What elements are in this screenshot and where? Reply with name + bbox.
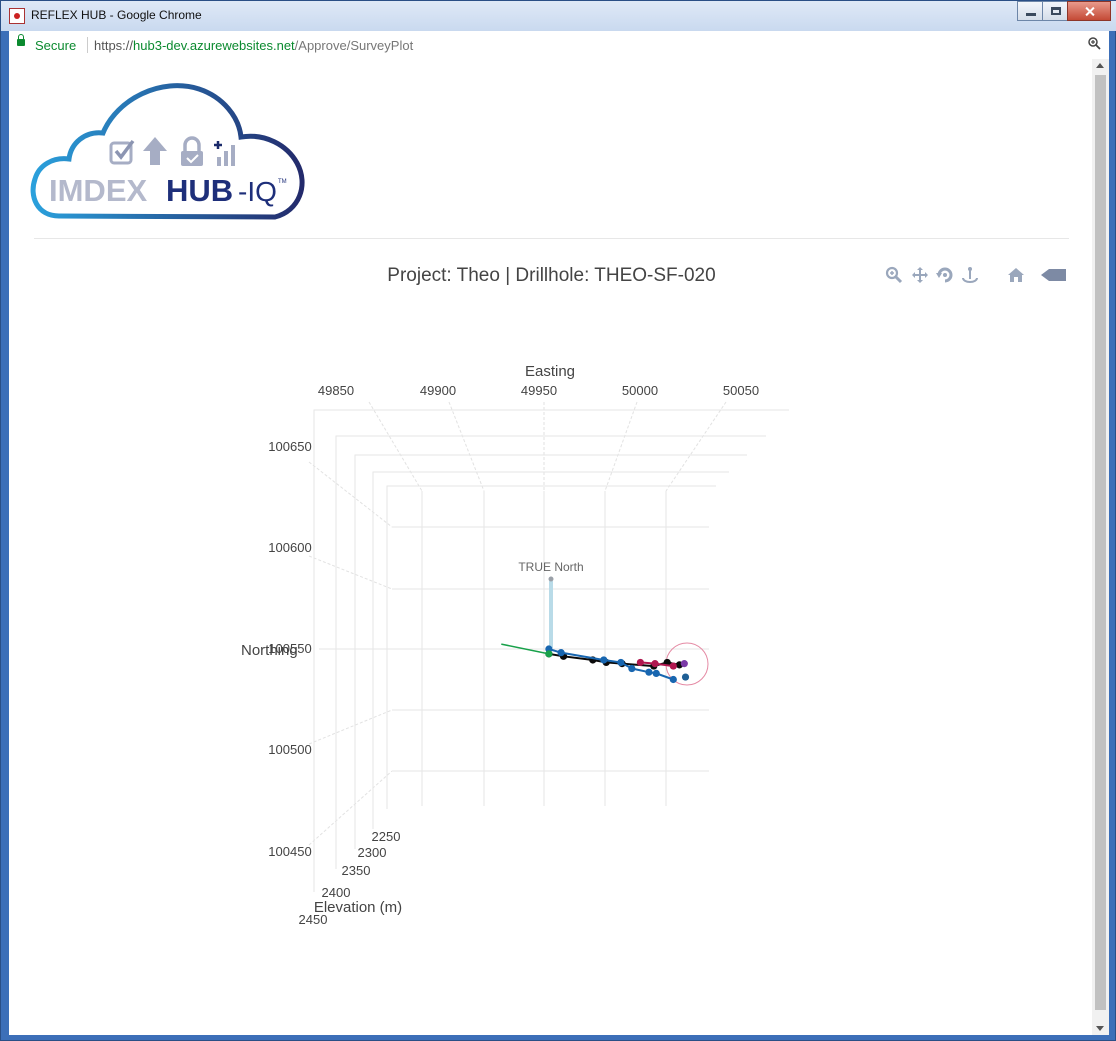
- north-arrow-shaft: [549, 581, 553, 648]
- easting-projection-lines: [368, 401, 727, 492]
- window-controls: [1017, 1, 1111, 21]
- title-bar[interactable]: REFLEX HUB - Google Chrome: [1, 1, 1116, 31]
- survey-point[interactable]: [628, 664, 636, 673]
- true-north-label: TRUE North: [518, 560, 583, 574]
- survey-point[interactable]: [636, 658, 644, 667]
- easting-tick-label: 50050: [723, 383, 759, 398]
- easting-tick-label: 49850: [318, 383, 354, 398]
- survey-series[interactable]: [501, 643, 690, 684]
- axis-ticks: 49850 49900 49950 50000 50050 100650 100…: [268, 383, 759, 927]
- url-path: /Approve/SurveyPlot: [294, 38, 414, 53]
- url-scheme: https://: [94, 38, 134, 53]
- secure-label: Secure: [35, 38, 77, 53]
- elevation-axis-title: Elevation (m): [314, 899, 402, 916]
- elevation-tick-label: 2400: [322, 885, 351, 900]
- survey-point[interactable]: [669, 675, 677, 684]
- northing-tick-label: 100600: [268, 540, 311, 555]
- northing-axis-title: Northing: [241, 642, 298, 659]
- easting-axis-title: Easting: [525, 363, 575, 380]
- minimize-button[interactable]: [1017, 1, 1043, 21]
- elevation-tick-label: 2250: [372, 829, 401, 844]
- survey-point[interactable]: [600, 656, 608, 664]
- northing-projection-lines: [308, 461, 393, 846]
- window-title: REFLEX HUB - Google Chrome: [31, 8, 202, 22]
- true-north-marker: TRUE North: [518, 560, 584, 648]
- northing-tick-label: 100450: [268, 844, 311, 859]
- survey-point[interactable]: [651, 660, 659, 668]
- app-icon: [9, 8, 25, 24]
- scroll-up-arrow[interactable]: [1096, 63, 1104, 68]
- survey-point[interactable]: [652, 669, 660, 678]
- easting-tick-label: 49950: [521, 383, 557, 398]
- url-host: hub3-dev.azurewebsites.net: [133, 38, 295, 53]
- northing-tick-label: 100500: [268, 742, 311, 757]
- collar-point[interactable]: [545, 650, 553, 658]
- survey-point[interactable]: [645, 668, 653, 676]
- vertical-scrollbar[interactable]: [1092, 59, 1109, 1035]
- browser-window: REFLEX HUB - Google Chrome Secure https:…: [0, 0, 1116, 1041]
- close-button[interactable]: [1067, 1, 1111, 21]
- northing-gridlines: [319, 526, 709, 772]
- zoom-icon[interactable]: [1088, 37, 1101, 50]
- survey-point[interactable]: [681, 673, 690, 681]
- maximize-button[interactable]: [1042, 1, 1068, 21]
- address-separator: [87, 37, 88, 53]
- address-bar[interactable]: Secure https://hub3-dev.azurewebsites.ne…: [9, 31, 1109, 60]
- lock-icon: [17, 34, 25, 46]
- page-viewport: IMDEX HUB -IQ TM Project: Theo | Drillho…: [9, 59, 1109, 1035]
- northing-tick-label: 100650: [268, 439, 311, 454]
- elevation-tick-label: 2300: [358, 845, 387, 860]
- survey-point[interactable]: [617, 658, 625, 667]
- elevation-tick-label: 2350: [342, 863, 371, 878]
- url-text[interactable]: https://hub3-dev.azurewebsites.net/Appro…: [94, 38, 413, 53]
- scroll-down-arrow[interactable]: [1096, 1026, 1104, 1031]
- easting-tick-label: 49900: [420, 383, 456, 398]
- scrollbar-thumb[interactable]: [1095, 75, 1106, 1010]
- survey-plot-3d[interactable]: 49850 49900 49950 50000 50050 100650 100…: [9, 59, 1092, 1035]
- north-arrow-tip: [548, 576, 554, 582]
- easting-tick-label: 50000: [622, 383, 658, 398]
- survey-point[interactable]: [557, 649, 565, 657]
- survey-point[interactable]: [680, 660, 688, 668]
- survey-point[interactable]: [669, 662, 677, 670]
